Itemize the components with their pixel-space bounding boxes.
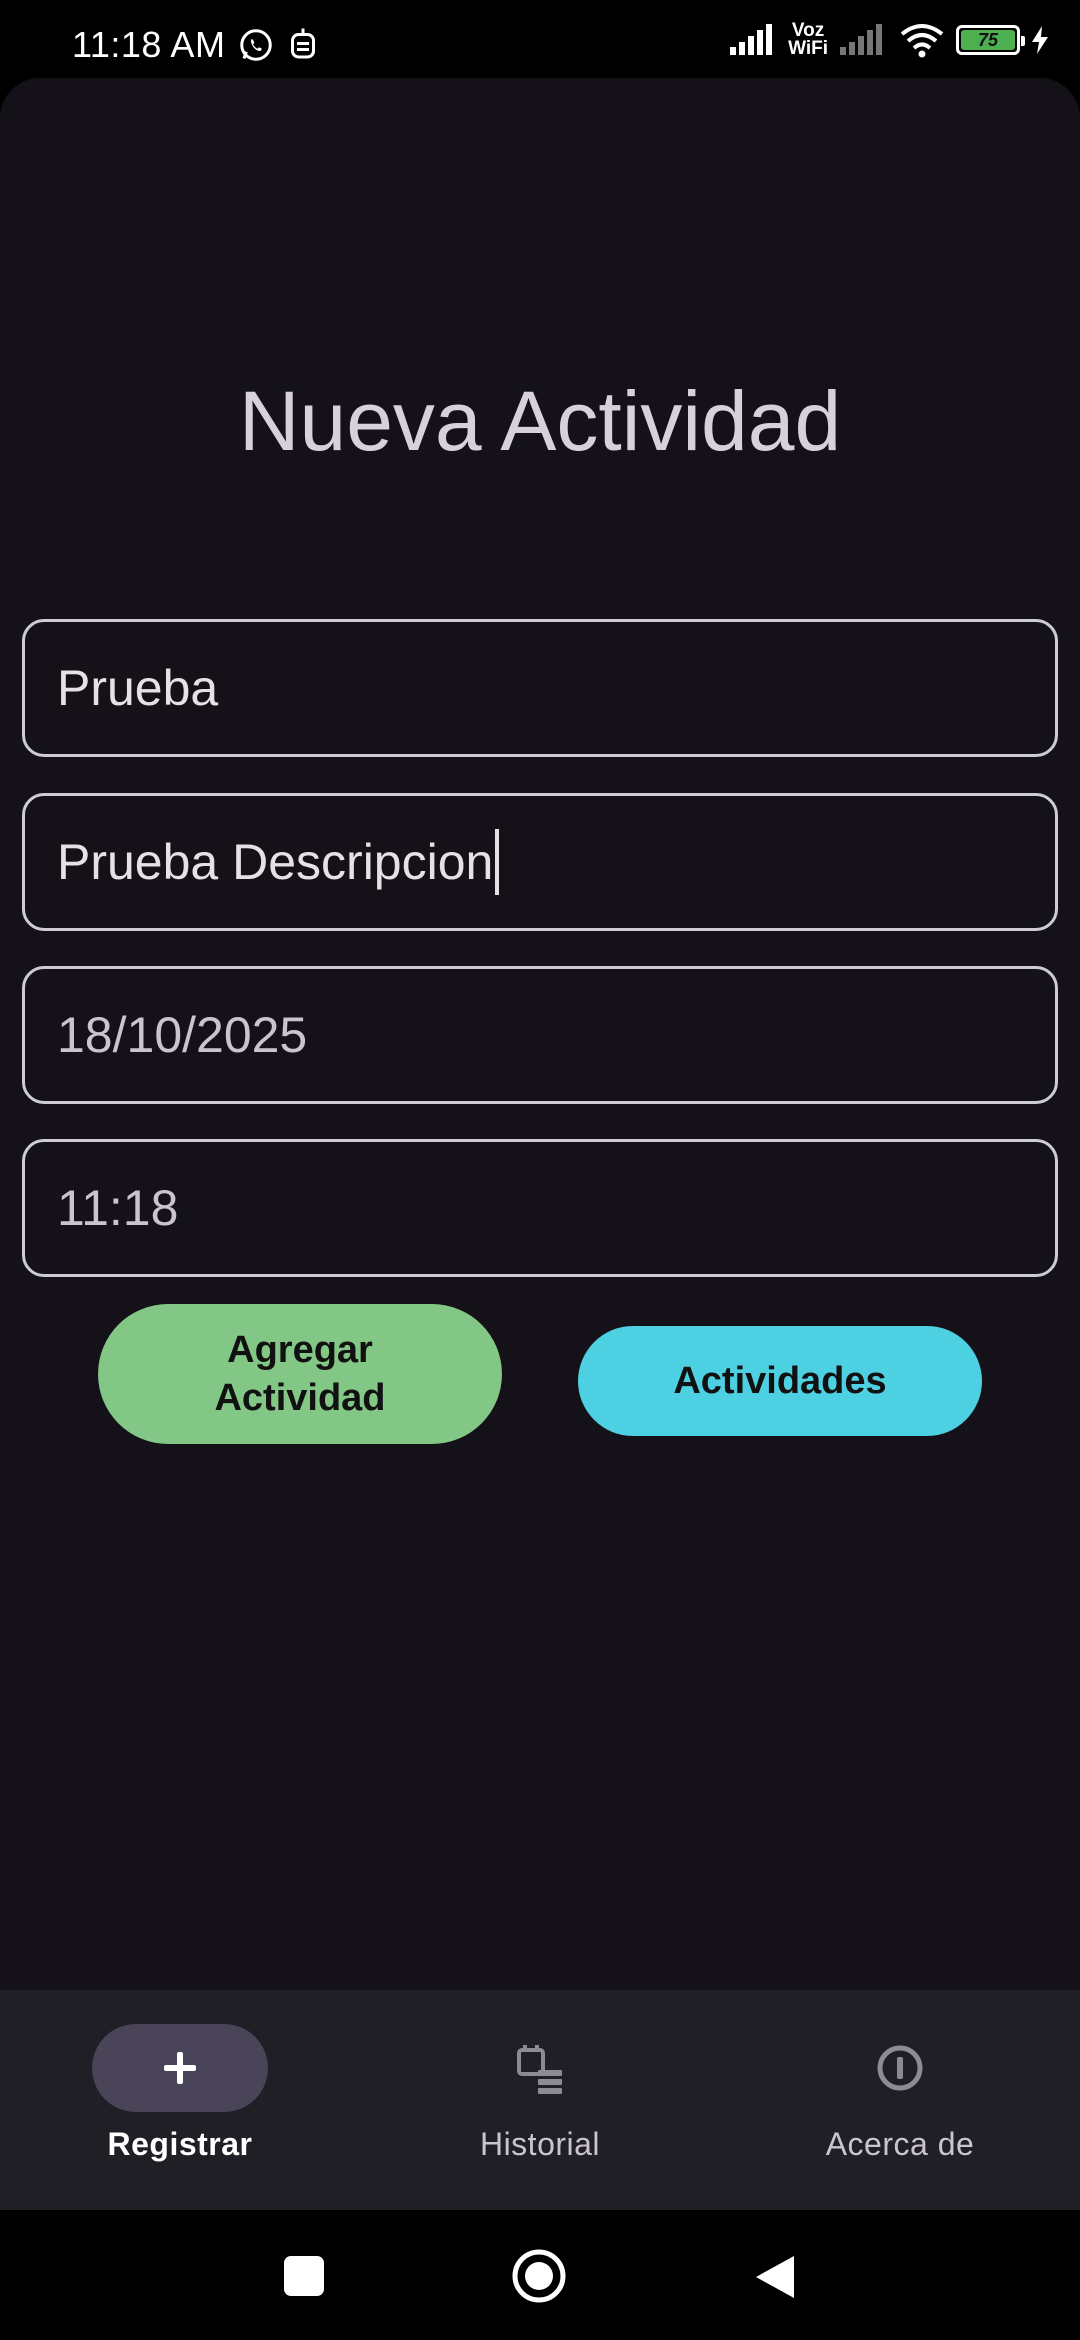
status-time: 11:18 AM (72, 24, 226, 65)
charging-icon (1032, 26, 1048, 54)
bottom-navigation: Registrar Historial Acerca de (0, 1990, 1080, 2210)
activity-date-input[interactable]: 18/10/2025 (22, 966, 1058, 1104)
home-button[interactable] (511, 2248, 567, 2304)
plus-icon (164, 2052, 196, 2084)
nav-pill-acerca (812, 2024, 988, 2112)
status-right: Voz WiFi 75 (728, 21, 1050, 59)
nav-label-historial: Historial (479, 2126, 601, 2162)
whatsapp-icon (240, 29, 272, 61)
recent-apps-button[interactable] (283, 2255, 325, 2297)
activities-button[interactable]: Actividades (578, 1326, 982, 1436)
text-cursor (495, 829, 500, 895)
signal-weak-icon (840, 24, 882, 55)
add-activity-button[interactable]: Agregar Actividad (98, 1304, 502, 1444)
status-bar: 11:18 AM Voz WiFi 75 (0, 0, 1080, 78)
nav-active-indicator (92, 2024, 268, 2112)
add-activity-label-line2: Actividad (214, 1377, 386, 1419)
nav-item-acerca-de[interactable]: Acerca de (720, 1990, 1080, 2210)
activity-description-input[interactable]: Prueba Descripcion (22, 793, 1058, 931)
nav-label-acerca-de: Acerca de (825, 2126, 975, 2162)
nav-item-historial[interactable]: Historial (360, 1990, 720, 2210)
activity-time-input[interactable]: 11:18 (22, 1139, 1058, 1277)
page-title: Nueva Actividad (238, 374, 842, 468)
nav-item-registrar[interactable]: Registrar (0, 1990, 360, 2210)
activity-description-value: Prueba Descripcion (57, 834, 494, 890)
wifi-icon (900, 24, 944, 58)
voz-wifi-label: Voz WiFi (788, 21, 828, 59)
signal-icon (730, 24, 773, 55)
app-screen: Nueva Actividad Prueba Prueba Descripcio… (0, 78, 1080, 2210)
history-icon (517, 2045, 562, 2094)
robot-icon (291, 28, 315, 59)
info-icon (877, 2045, 923, 2091)
battery-level: 75 (961, 30, 1015, 50)
nav-label-registrar: Registrar (107, 2126, 253, 2162)
add-activity-label-line1: Agregar (227, 1329, 373, 1371)
activity-name-value: Prueba (57, 660, 219, 716)
activities-button-label: Actividades (673, 1360, 887, 1402)
nav-pill-historial (452, 2024, 628, 2112)
activity-time-value: 11:18 (57, 1180, 179, 1236)
activity-date-value: 18/10/2025 (57, 1007, 308, 1063)
activity-name-input[interactable]: Prueba (22, 619, 1058, 757)
notification-icons (238, 27, 318, 63)
battery-icon: 75 (956, 25, 1025, 55)
wifi-text: WiFi (788, 38, 828, 59)
back-button[interactable] (754, 2254, 796, 2300)
system-navigation-bar (0, 2210, 1080, 2340)
